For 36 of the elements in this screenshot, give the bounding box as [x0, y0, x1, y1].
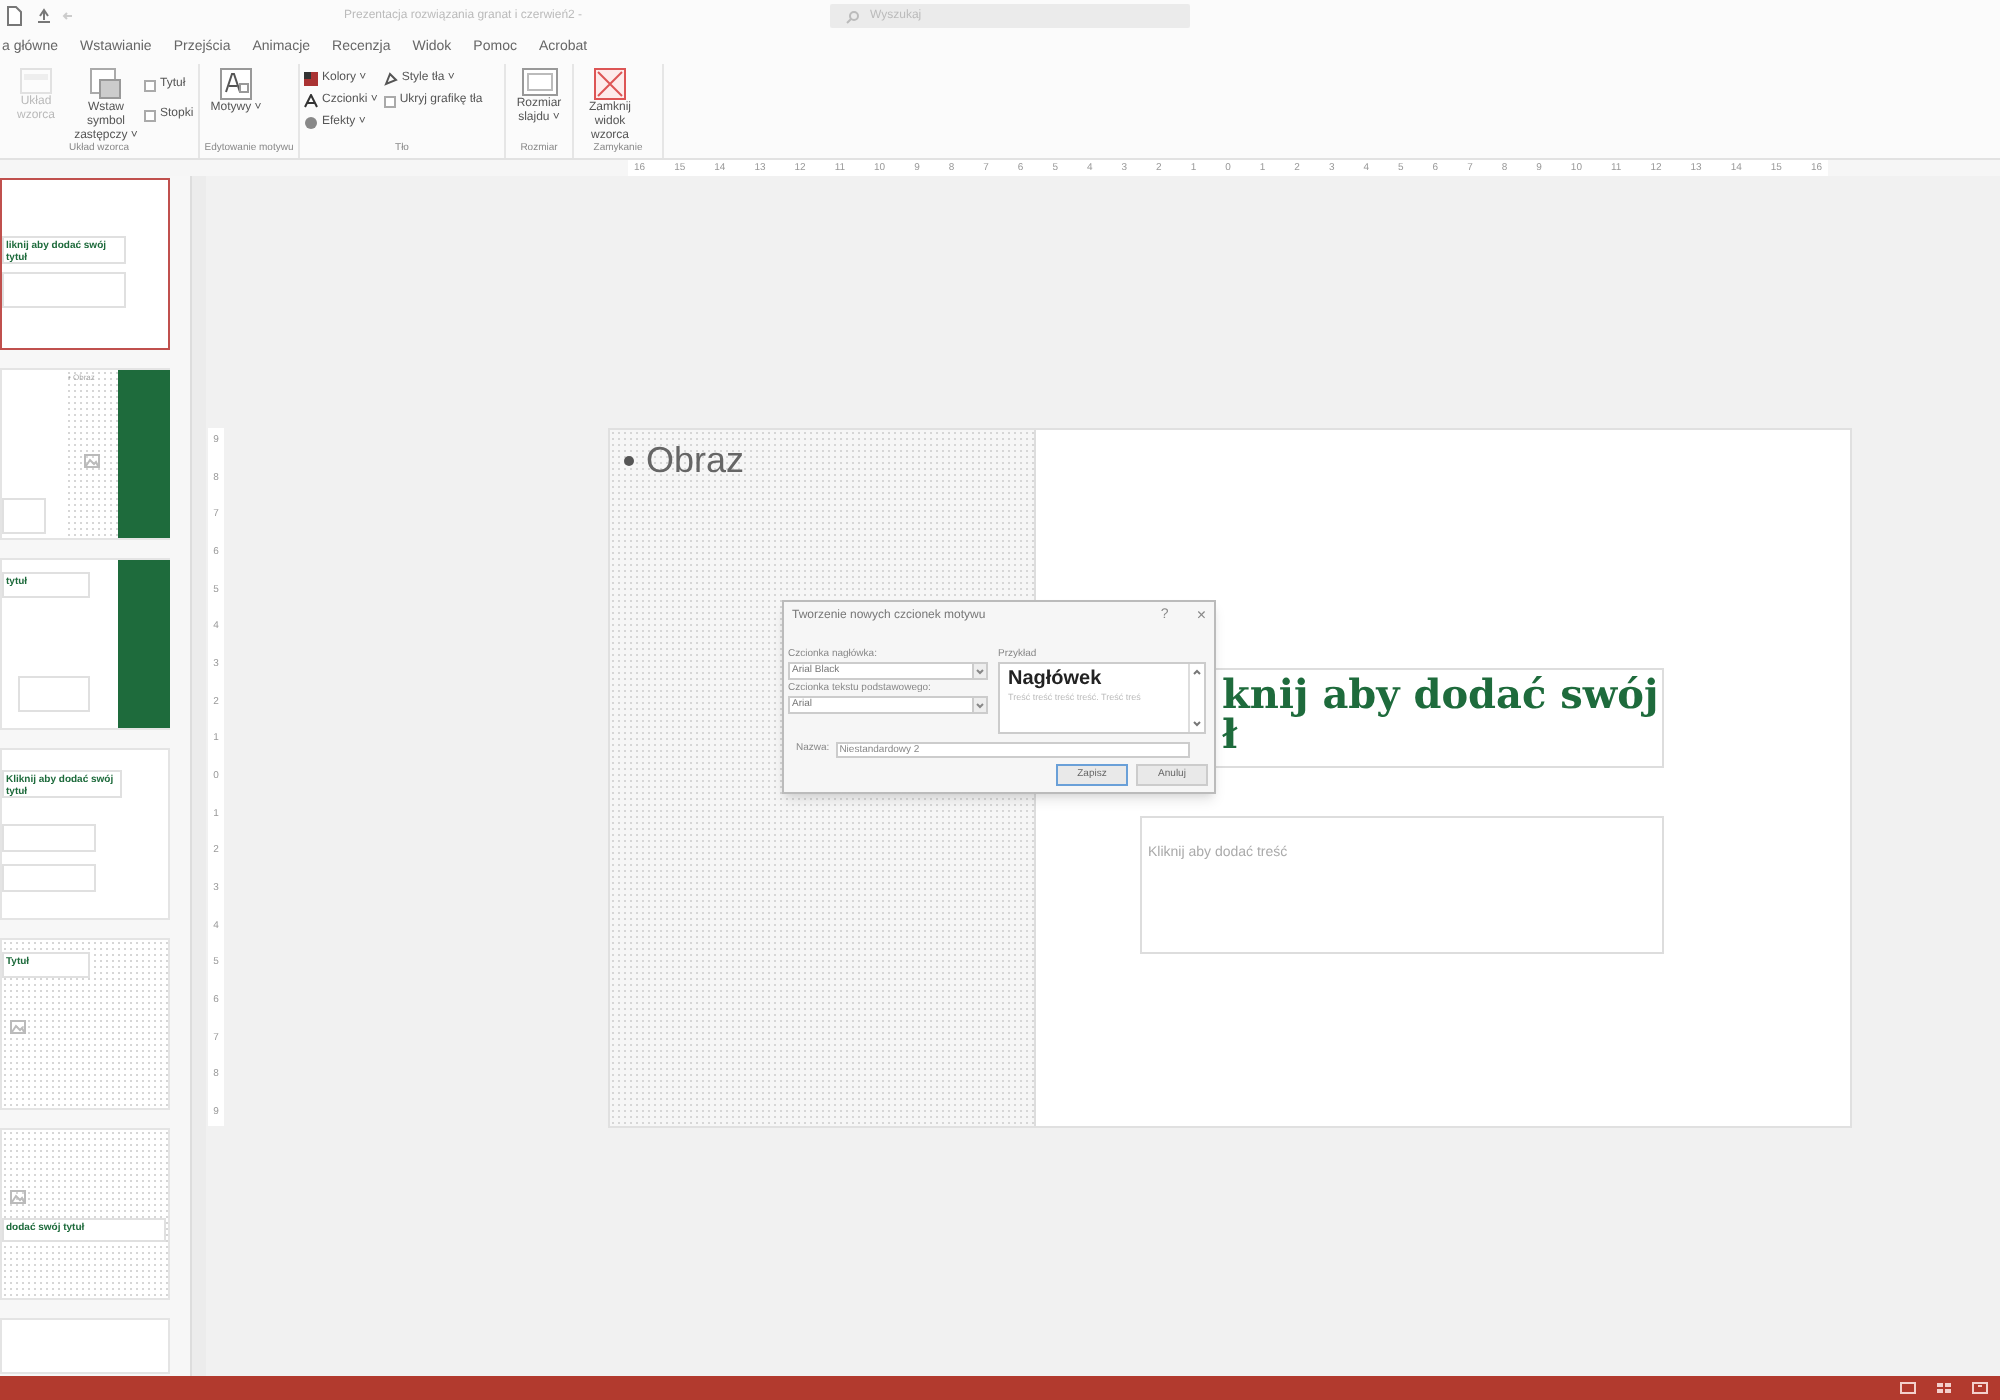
- paint-icon: [383, 72, 398, 86]
- title-text: ł: [1222, 714, 1238, 754]
- close-view-icon: [594, 68, 626, 100]
- preview-heading: Nagłówek: [1008, 668, 1104, 692]
- chevron-down-icon: [972, 664, 986, 678]
- title-text: knij aby dodać swój: [1222, 674, 1661, 714]
- placeholder-box: [2, 864, 96, 892]
- close-button[interactable]: ×: [1196, 604, 1206, 628]
- checkbox[interactable]: [144, 109, 156, 121]
- reading-view-icon[interactable]: [1972, 1382, 1988, 1394]
- scrollbar[interactable]: [1188, 664, 1204, 732]
- image-icon: [10, 1190, 26, 1204]
- grid-view-icon[interactable]: [1936, 1382, 1952, 1394]
- image-icon: [84, 454, 100, 468]
- checkbox[interactable]: [383, 95, 396, 107]
- placeholder-box: [2, 824, 96, 852]
- image-icon: [10, 1020, 26, 1034]
- placeholder-text: Obraz: [614, 434, 1030, 488]
- chevron-up-icon[interactable]: [1192, 668, 1202, 676]
- search-icon: [846, 9, 860, 23]
- upload-icon[interactable]: [34, 6, 54, 26]
- layout-icon: [20, 68, 52, 94]
- placeholder-box: [18, 676, 90, 712]
- normal-view-icon[interactable]: [1900, 1382, 1916, 1394]
- chevron-down-icon: [972, 698, 986, 712]
- placeholder-box: [2, 498, 46, 534]
- chevron-down-icon[interactable]: [1192, 720, 1202, 728]
- document-icon[interactable]: [6, 6, 22, 26]
- effects-icon: [304, 116, 318, 130]
- slide-thumbnail[interactable]: [0, 1318, 170, 1374]
- bullet-icon: [624, 456, 634, 466]
- scrollbar[interactable]: [190, 176, 206, 1376]
- placeholder-box: [2, 272, 126, 308]
- checkbox[interactable]: [144, 79, 156, 91]
- font-icon: [304, 94, 318, 108]
- colors-icon: [304, 72, 318, 86]
